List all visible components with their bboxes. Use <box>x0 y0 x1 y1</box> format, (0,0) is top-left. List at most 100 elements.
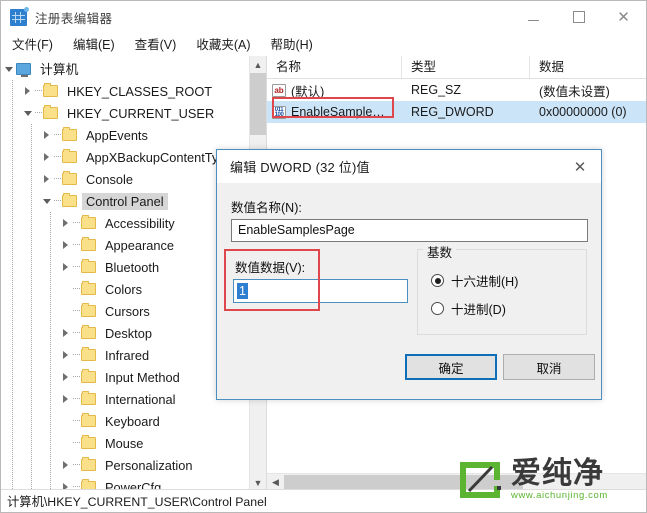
tree-item-appearance[interactable]: Appearance <box>1 234 250 256</box>
tree-item-input-method[interactable]: Input Method <box>1 366 250 388</box>
value-name-input[interactable]: EnableSamplesPage <box>231 219 588 242</box>
tree-item-[interactable]: 计算机 <box>1 58 250 80</box>
tree-item-label: AppXBackupContentType <box>86 149 233 165</box>
tree-item-label: Colors <box>105 281 142 297</box>
chevron-right-icon[interactable] <box>39 168 54 190</box>
dialog-title-bar: 编辑 DWORD (32 位)值 ✕ <box>217 150 601 183</box>
chevron-right-icon[interactable] <box>58 344 73 366</box>
column-header-type[interactable]: 类型 <box>402 56 530 78</box>
tree-item-label: Personalization <box>105 457 193 473</box>
tree-guide-line <box>31 366 32 388</box>
tree-item-cursors[interactable]: Cursors <box>1 300 250 322</box>
tree-connector <box>73 278 81 300</box>
dialog-close-button[interactable]: ✕ <box>559 151 601 182</box>
close-icon: ✕ <box>573 157 587 176</box>
tree-item-label: Desktop <box>105 325 152 341</box>
minimize-icon <box>528 19 539 21</box>
tree-connector <box>73 366 81 388</box>
value-data-input[interactable]: 1 <box>233 279 408 303</box>
tree-guide-line <box>50 344 51 366</box>
tree-indent <box>1 124 39 146</box>
chevron-down-icon[interactable] <box>20 102 35 124</box>
tree-item-appevents[interactable]: AppEvents <box>1 124 250 146</box>
tree-guide-line <box>50 322 51 344</box>
column-header-data[interactable]: 数据 <box>530 56 646 78</box>
registry-tree: 计算机 HKEY_CLASSES_ROOT HKEY_CURRENT_USER App… <box>1 58 250 491</box>
tree-item-accessibility[interactable]: Accessibility <box>1 212 250 234</box>
radio-hexadecimal[interactable]: 十六进制(H) <box>431 271 518 290</box>
menu-item-view[interactable]: 查看(V) <box>126 35 186 55</box>
tree-item-international[interactable]: International <box>1 388 250 410</box>
maximize-button[interactable] <box>556 1 601 33</box>
watermark: 爱纯净 www.aichunjing.com <box>456 454 642 506</box>
table-row[interactable]: ab (默认) REG_SZ (数值未设置) <box>267 79 646 101</box>
chevron-right-icon[interactable] <box>58 234 73 256</box>
tree-item-personalization[interactable]: Personalization <box>1 454 250 476</box>
chevron-right-icon[interactable] <box>58 366 73 388</box>
chevron-right-icon[interactable] <box>58 322 73 344</box>
chevron-right-icon[interactable] <box>20 80 35 102</box>
tree-guide-line <box>31 322 32 344</box>
tree-leaf-spacer <box>58 300 73 322</box>
column-header-name[interactable]: 名称 <box>267 56 402 78</box>
tree-item-desktop[interactable]: Desktop <box>1 322 250 344</box>
tree-item-infrared[interactable]: Infrared <box>1 344 250 366</box>
menu-item-file[interactable]: 文件(F) <box>3 35 62 55</box>
status-path: 计算机\HKEY_CURRENT_USER\Control Panel <box>7 495 267 509</box>
chevron-right-icon[interactable] <box>58 388 73 410</box>
tree-item-hkey-current-user[interactable]: HKEY_CURRENT_USER <box>1 102 250 124</box>
menu-item-favorites[interactable]: 收藏夹(A) <box>187 35 259 55</box>
table-row[interactable]: 011 100 EnableSample… REG_DWORD 0x0000000… <box>267 101 646 123</box>
chevron-down-icon[interactable] <box>39 190 54 212</box>
chevron-down-icon[interactable] <box>1 58 16 80</box>
folder-icon <box>81 391 96 405</box>
tree-indent <box>1 80 20 102</box>
menu-item-help[interactable]: 帮助(H) <box>261 35 321 55</box>
tree-item-bluetooth[interactable]: Bluetooth <box>1 256 250 278</box>
watermark-text: 爱纯净 www.aichunjing.com <box>511 459 608 502</box>
tree-indent <box>1 168 39 190</box>
tree-item-label: HKEY_CLASSES_ROOT <box>67 83 213 99</box>
ok-button[interactable]: 确定 <box>405 354 497 380</box>
tree-connector <box>73 388 81 410</box>
tree-guide-line <box>12 410 13 432</box>
close-button[interactable]: ✕ <box>601 1 646 33</box>
radio-decimal[interactable]: 十进制(D) <box>431 299 506 318</box>
watermark-url: www.aichunjing.com <box>511 490 608 501</box>
scroll-up-icon[interactable]: ▲ <box>250 56 266 73</box>
tree-guide-line <box>12 168 13 190</box>
tree-item-label: 计算机 <box>40 61 79 77</box>
minimize-button[interactable] <box>511 1 556 33</box>
tree-leaf-spacer <box>58 278 73 300</box>
radio-selected-icon <box>431 274 444 287</box>
logo-svg <box>460 462 501 498</box>
folder-icon <box>81 347 96 361</box>
tree-item-console[interactable]: Console <box>1 168 250 190</box>
cancel-button[interactable]: 取消 <box>503 354 595 380</box>
menu-item-edit[interactable]: 编辑(E) <box>64 35 124 55</box>
folder-icon <box>81 259 96 273</box>
chevron-right-icon[interactable] <box>39 146 54 168</box>
radio-hexadecimal-label: 十六进制(H) <box>451 275 519 289</box>
tree-scrollbar-thumb[interactable] <box>250 73 266 135</box>
radix-group-label: 基数 <box>423 242 457 261</box>
tree-item-hkey-classes-root[interactable]: HKEY_CLASSES_ROOT <box>1 80 250 102</box>
tree-guide-line <box>50 278 51 300</box>
tree-item-keyboard[interactable]: Keyboard <box>1 410 250 432</box>
tree-indent <box>1 278 58 300</box>
menu-bar: 文件(F) 编辑(E) 查看(V) 收藏夹(A) 帮助(H) <box>1 33 646 57</box>
tree-indent <box>1 212 58 234</box>
tree-guide-line <box>12 344 13 366</box>
tree-guide-line <box>31 234 32 256</box>
chevron-right-icon[interactable] <box>39 124 54 146</box>
chevron-right-icon[interactable] <box>58 256 73 278</box>
tree-indent <box>1 432 58 454</box>
tree-indent <box>1 410 58 432</box>
chevron-right-icon[interactable] <box>58 212 73 234</box>
tree-connector <box>73 322 81 344</box>
tree-item-appxbackupcontenttype[interactable]: AppXBackupContentType <box>1 146 250 168</box>
tree-item-colors[interactable]: Colors <box>1 278 250 300</box>
tree-item-mouse[interactable]: Mouse <box>1 432 250 454</box>
tree-item-control-panel[interactable]: Control Panel <box>1 190 250 212</box>
chevron-right-icon[interactable] <box>58 454 73 476</box>
